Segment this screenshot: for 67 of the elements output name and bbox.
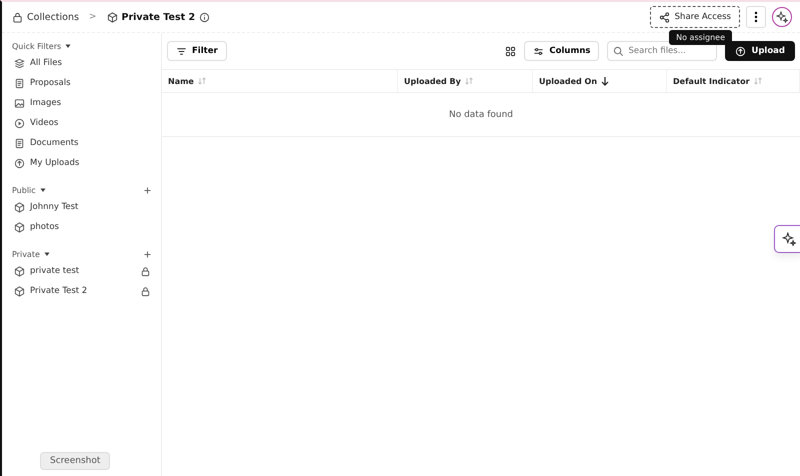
section-title[interactable]: Private: [12, 250, 40, 258]
screenshot-tooltip: Screenshot: [40, 452, 110, 470]
sidebar-item[interactable]: Proposals: [30, 78, 71, 88]
upload-icon: [14, 158, 25, 168]
sidebar-row[interactable]: Documents: [12, 133, 151, 153]
filter-button[interactable]: Filter: [167, 41, 227, 61]
sidebar-row[interactable]: My Uploads: [12, 153, 151, 173]
sparkle-icon: [782, 232, 796, 246]
document-icon: [14, 78, 25, 88]
sidebar-row[interactable]: Videos: [12, 113, 151, 133]
search-icon: [613, 46, 624, 57]
column-header[interactable]: Uploaded On: [539, 76, 598, 86]
sidebar-item[interactable]: Videos: [30, 118, 58, 128]
grid-icon[interactable]: [505, 46, 516, 56]
play-icon: [14, 118, 25, 128]
document-icon: [14, 138, 25, 148]
sidebar-item[interactable]: My Uploads: [30, 158, 80, 168]
sidebar-item[interactable]: Images: [30, 98, 62, 108]
sidebar-row[interactable]: Johnny Test: [12, 197, 151, 217]
section-title[interactable]: Quick Filters: [12, 42, 62, 50]
add-icon[interactable]: [144, 186, 151, 194]
sidebar-item[interactable]: photos: [30, 222, 59, 232]
more-button[interactable]: [746, 6, 766, 28]
lock-icon: [12, 12, 23, 22]
cube-icon: [106, 12, 118, 22]
column-header[interactable]: Name: [168, 76, 194, 86]
sidebar-item[interactable]: private test: [30, 266, 80, 276]
caret-icon[interactable]: [40, 187, 46, 193]
tooltip: No assignee: [669, 30, 732, 45]
section-title[interactable]: Public: [12, 186, 36, 194]
share-button[interactable]: Share Access: [650, 6, 740, 28]
arrow-down-icon[interactable]: [600, 76, 610, 86]
info-icon[interactable]: [199, 12, 210, 22]
caret-icon[interactable]: [65, 43, 72, 49]
sidebar-row[interactable]: photos: [12, 217, 151, 237]
breadcrumb-link[interactable]: Private Test 2: [122, 12, 196, 22]
cube-icon: [14, 286, 25, 296]
sidebar-item[interactable]: Private Test 2: [30, 286, 88, 296]
sidebar-row[interactable]: Proposals: [12, 73, 151, 93]
filter-icon: [176, 46, 187, 56]
upload-icon: [735, 46, 746, 56]
layers-icon: [14, 58, 25, 68]
sliders-icon: [533, 46, 544, 56]
caret-icon[interactable]: [44, 251, 50, 257]
empty-message: No data found: [448, 110, 514, 120]
cube-icon: [14, 222, 25, 232]
cube-icon: [14, 266, 25, 276]
search-field[interactable]: Search files...: [607, 41, 718, 61]
column-header[interactable]: Default Indicator: [673, 76, 750, 86]
cube-icon: [14, 202, 25, 212]
breadcrumb-separator: >: [88, 12, 96, 22]
more-icon: [754, 11, 758, 23]
add-icon[interactable]: [144, 250, 151, 258]
upload-button[interactable]: Upload: [725, 41, 795, 61]
image-icon: [14, 98, 25, 108]
sidebar-row[interactable]: All Files: [12, 53, 151, 73]
sparkle-button[interactable]: [774, 225, 800, 253]
share-icon: [658, 12, 670, 22]
sparkle-button[interactable]: [772, 7, 792, 27]
column-header[interactable]: Uploaded By: [404, 76, 461, 86]
columns-button[interactable]: Columns: [524, 41, 600, 61]
sidebar-item[interactable]: Johnny Test: [30, 202, 78, 212]
sidebar-item[interactable]: Documents: [30, 138, 78, 148]
sparkle-icon: [776, 11, 788, 23]
breadcrumb-link[interactable]: Collections: [27, 12, 79, 22]
sidebar-row[interactable]: Images: [12, 93, 151, 113]
sidebar-item[interactable]: All Files: [30, 58, 62, 68]
